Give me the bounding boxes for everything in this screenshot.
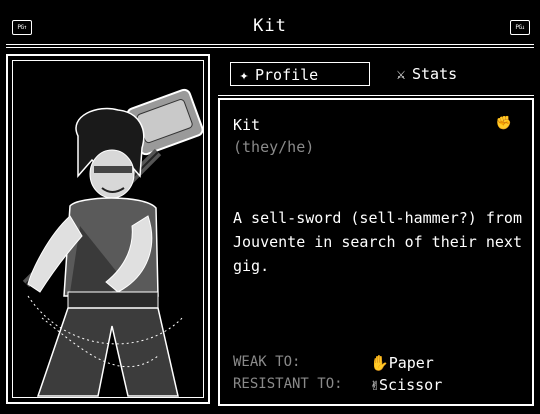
header-divider-inner <box>6 47 534 48</box>
rock-fist-icon: ✊ <box>495 116 512 131</box>
top-bar: PG↑ Kit PG↓ <box>0 0 540 48</box>
weak-to-text: Paper <box>388 354 434 372</box>
weak-to-label: WEAK TO: <box>233 354 301 370</box>
character-pronouns: (they/he) <box>233 138 315 156</box>
paper-hand-icon: ✋ <box>370 354 389 372</box>
header-divider <box>6 44 534 45</box>
tab-profile[interactable]: ✦ Profile <box>230 62 370 86</box>
character-portrait <box>22 88 204 397</box>
character-name: Kit <box>233 116 261 134</box>
profile-panel: Kit ✊ (they/he) A sell-sword (sell-hamme… <box>218 98 534 406</box>
tab-bar: ✦ Profile ⚔ Stats <box>218 54 534 94</box>
tab-profile-label: Profile <box>255 66 319 84</box>
tab-stats[interactable]: ⚔ Stats <box>388 62 498 86</box>
page-title: Kit <box>253 16 287 36</box>
character-description: A sell-sword (sell-hammer?) from Jouvent… <box>233 209 522 275</box>
scissor-hand-icon: ✌ <box>370 376 380 394</box>
resistant-to-label: RESISTANT TO: <box>233 376 343 392</box>
sparkle-icon: ✦ <box>239 66 249 84</box>
sword-icon: ⚔ <box>396 65 406 83</box>
tab-stats-label: Stats <box>412 65 458 83</box>
resistant-to-value: ✌Scissor <box>370 376 442 394</box>
weak-to-value: ✋Paper <box>370 354 434 372</box>
tab-divider <box>218 95 534 96</box>
resistant-to-text: Scissor <box>379 376 443 394</box>
page-down-key-icon[interactable]: PG↓ <box>510 20 530 35</box>
character-portrait-panel <box>6 54 210 404</box>
